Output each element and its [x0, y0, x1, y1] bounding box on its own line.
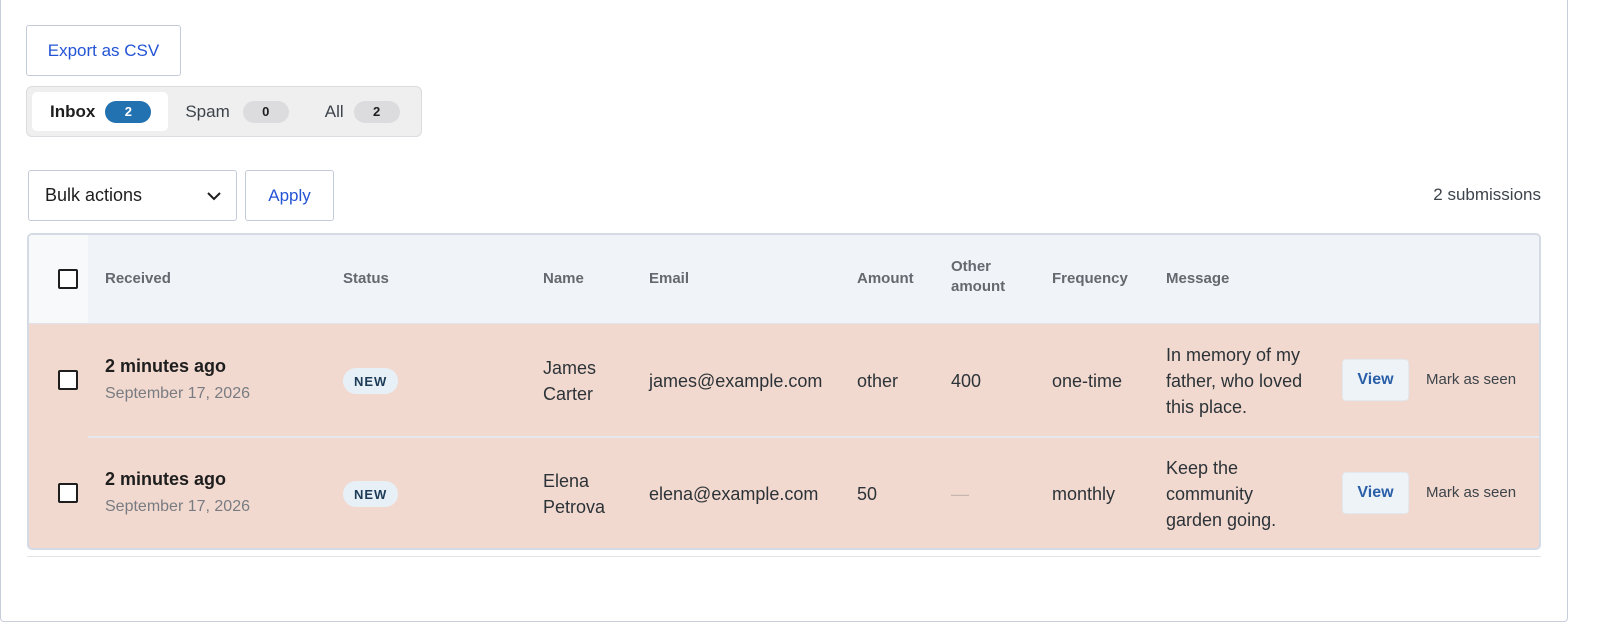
table-header: Received Status Name Email Amount Other …: [29, 235, 1539, 324]
select-all-checkbox[interactable]: [58, 269, 78, 289]
tab-spam[interactable]: Spam 0: [168, 92, 289, 131]
name-cell: Elena Petrova: [543, 471, 606, 517]
name-cell: James Carter: [543, 358, 597, 404]
col-status[interactable]: Status: [343, 269, 389, 289]
col-received[interactable]: Received: [105, 269, 171, 289]
col-amount[interactable]: Amount: [857, 269, 914, 289]
apply-button[interactable]: Apply: [245, 170, 334, 221]
col-other-amount[interactable]: Other amount: [951, 257, 1023, 297]
submission-count: 2 submissions: [1433, 185, 1541, 204]
tab-all[interactable]: All 2: [289, 92, 400, 131]
status-badge: NEW: [343, 368, 399, 394]
other-amount-cell: 400: [951, 371, 982, 391]
row-checkbox[interactable]: [58, 370, 78, 390]
tab-spam-count: 0: [242, 100, 289, 123]
col-message[interactable]: Message: [1166, 269, 1229, 289]
received-date: September 17, 2026: [105, 385, 250, 402]
received-relative: 2 minutes ago: [105, 356, 227, 376]
message-cell: In memory of my father, who loved this p…: [1166, 345, 1303, 417]
divider: [27, 556, 1541, 557]
submissions-table: Received Status Name Email Amount Other …: [27, 233, 1541, 550]
tab-inbox-count: 2: [105, 100, 152, 123]
export-csv-button[interactable]: Export as CSV: [26, 25, 181, 76]
tab-inbox-label: Inbox: [50, 101, 96, 121]
message-cell: Keep the community garden going.: [1166, 458, 1277, 530]
email-cell: james@example.com: [649, 371, 823, 391]
table-row[interactable]: 2 minutes ago September 17, 2026 NEW Jam…: [29, 324, 1539, 438]
mark-as-seen-link[interactable]: Mark as seen: [1426, 371, 1516, 388]
bulk-actions-select[interactable]: Bulk actions: [28, 170, 237, 221]
other-amount-cell: —: [951, 484, 969, 504]
chevron-down-icon: [207, 191, 221, 200]
received-date: September 17, 2026: [105, 498, 250, 515]
email-cell: elena@example.com: [649, 484, 819, 504]
col-frequency[interactable]: Frequency: [1052, 269, 1128, 289]
col-email[interactable]: Email: [649, 269, 689, 289]
status-badge: NEW: [343, 481, 399, 507]
status-tabs: Inbox 2 Spam 0 All 2: [26, 86, 422, 137]
bulk-actions-label: Bulk actions: [45, 185, 143, 205]
view-button[interactable]: View: [1342, 359, 1409, 401]
tab-spam-label: Spam: [185, 101, 230, 121]
col-name[interactable]: Name: [543, 269, 584, 289]
amount-cell: other: [857, 371, 899, 391]
tab-all-count: 2: [353, 100, 400, 123]
received-relative: 2 minutes ago: [105, 469, 227, 489]
mark-as-seen-link[interactable]: Mark as seen: [1426, 484, 1516, 501]
table-row[interactable]: 2 minutes ago September 17, 2026 NEW Ele…: [29, 437, 1539, 548]
tab-inbox[interactable]: Inbox 2: [32, 92, 169, 131]
frequency-cell: monthly: [1052, 484, 1116, 504]
row-checkbox[interactable]: [58, 483, 78, 503]
tab-all-label: All: [324, 101, 344, 121]
frequency-cell: one-time: [1052, 371, 1123, 391]
view-button[interactable]: View: [1342, 472, 1409, 514]
amount-cell: 50: [857, 484, 878, 504]
